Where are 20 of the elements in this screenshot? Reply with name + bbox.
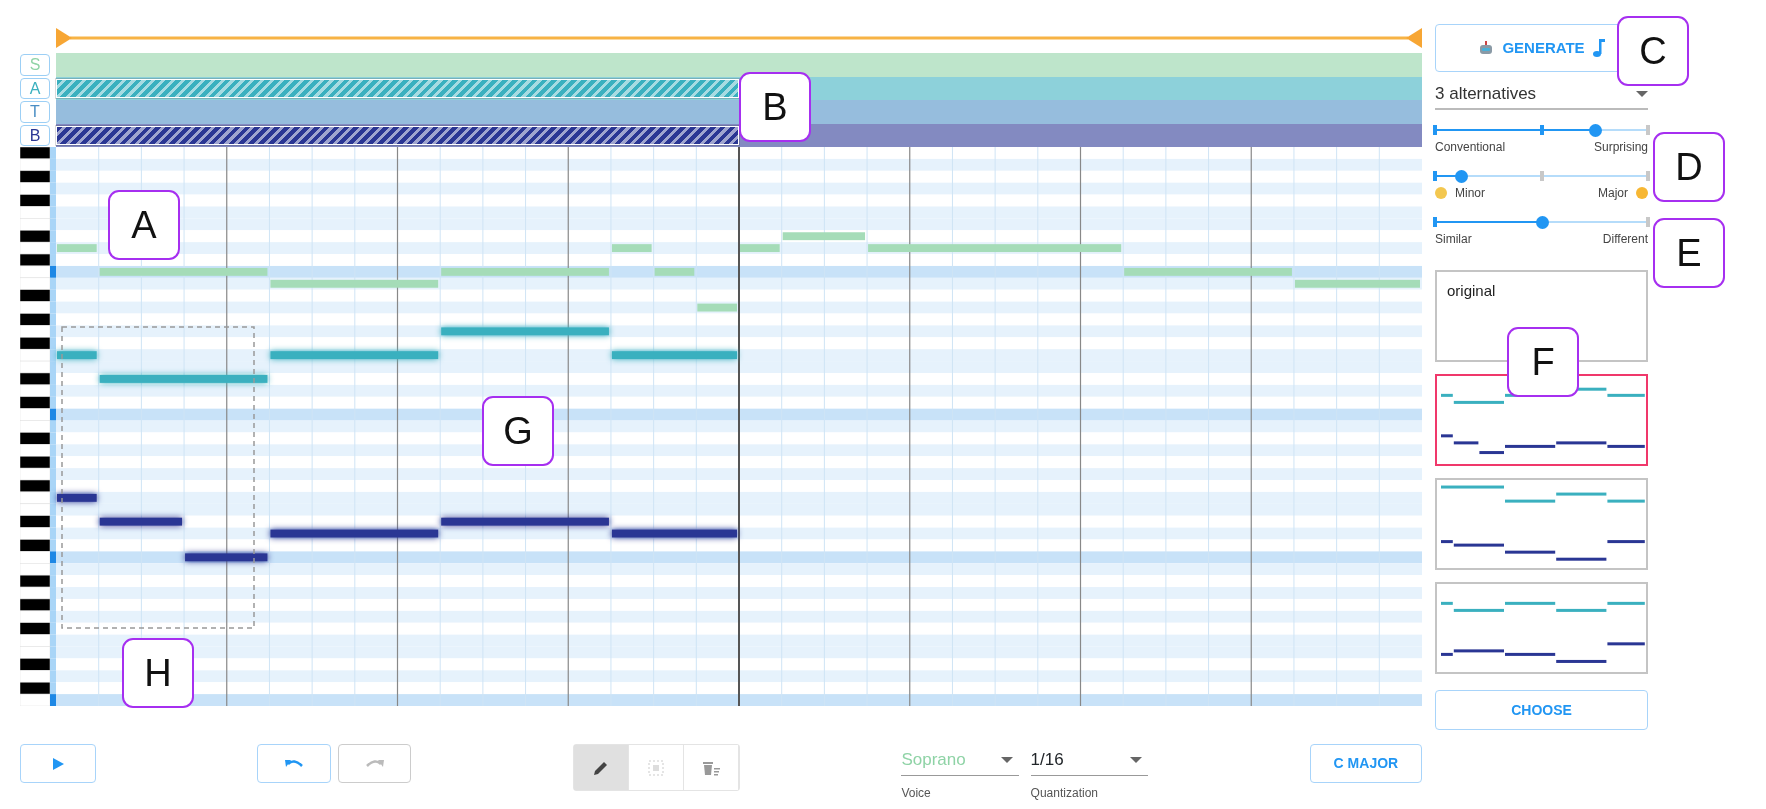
- slider-label: Major: [1598, 185, 1628, 202]
- callout-tooltip: D: [1653, 132, 1725, 202]
- callout-tooltip: E: [1653, 218, 1725, 288]
- field-label: Quantization: [1030, 785, 1099, 802]
- dropdown-value: 1/16: [1030, 748, 1064, 771]
- callout-tooltip: A: [108, 190, 180, 260]
- slider-label: Similar: [1435, 231, 1472, 248]
- slider-label: Conventional: [1435, 139, 1506, 156]
- slider-label: Minor: [1455, 185, 1485, 202]
- callout-tooltip: C: [1617, 16, 1689, 86]
- callout-tooltip: G: [482, 396, 554, 466]
- dropdown-value: 3 alternatives: [1435, 83, 1537, 106]
- preview-title: original: [1447, 281, 1496, 301]
- callout-tooltip: F: [1507, 327, 1579, 397]
- field-label: Voice: [901, 785, 932, 802]
- dropdown-value: Soprano: [901, 748, 966, 771]
- callout-tooltip: B: [739, 72, 811, 142]
- slider-label: Surprising: [1593, 139, 1648, 156]
- callout-tooltip: H: [122, 638, 194, 708]
- slider-label: Different: [1602, 231, 1648, 248]
